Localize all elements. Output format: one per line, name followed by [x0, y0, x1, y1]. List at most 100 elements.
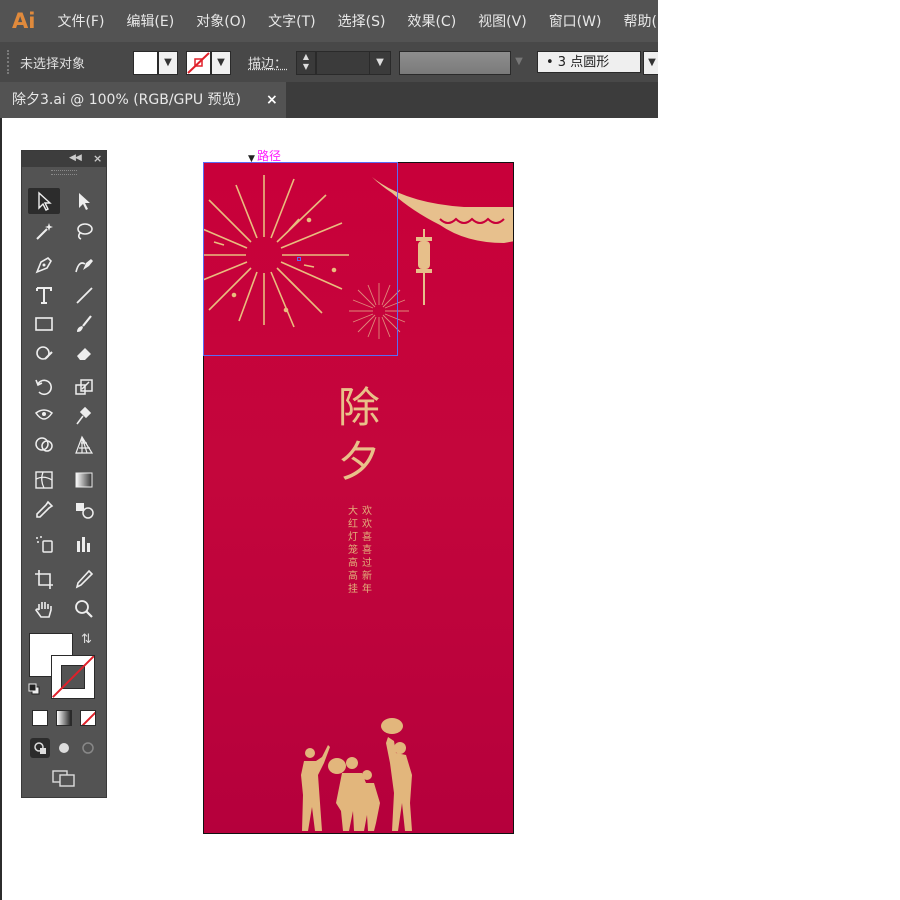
selection-tool[interactable]	[28, 188, 60, 214]
default-fill-stroke-icon[interactable]	[28, 683, 40, 695]
none-mode-button[interactable]	[80, 710, 96, 726]
stroke-swatch[interactable]	[186, 51, 211, 75]
variable-width-profile[interactable]	[399, 51, 511, 75]
direct-selection-icon	[79, 193, 90, 210]
menu-object[interactable]: 对象(O)	[196, 11, 246, 31]
artwork-graphics	[204, 175, 513, 831]
symbol-sprayer-icon	[36, 536, 53, 553]
paintbrush-tool[interactable]	[68, 311, 100, 337]
selection-center-point[interactable]	[297, 257, 301, 261]
menu-view[interactable]: 视图(V)	[478, 11, 527, 31]
artwork-title[interactable]: 除夕	[334, 381, 384, 489]
rotate-icon	[35, 379, 52, 396]
close-icon[interactable]: ×	[93, 152, 102, 165]
artwork-subtitle-left[interactable]: 大红灯笼高高挂	[347, 505, 359, 596]
none-icon	[81, 711, 95, 725]
draw-inside-icon	[82, 742, 94, 754]
draw-normal-icon	[34, 742, 46, 754]
scale-icon	[75, 379, 93, 395]
selection-arrow-icon	[38, 191, 52, 211]
blend-tool[interactable]	[68, 497, 100, 523]
eraser-tool[interactable]	[68, 340, 100, 366]
lasso-icon	[77, 223, 93, 240]
symbol-sprayer-tool[interactable]	[28, 531, 60, 557]
shaper-tool[interactable]	[28, 340, 60, 366]
eyedropper-tool[interactable]	[28, 497, 60, 523]
draw-normal-button[interactable]	[30, 738, 50, 758]
artboard[interactable]: 除夕 大红灯笼高高挂 欢欢喜喜过新年	[203, 162, 514, 834]
blend-icon	[76, 503, 94, 519]
gradient-mode-button[interactable]	[56, 710, 72, 726]
tools-panel-grip[interactable]	[51, 170, 77, 175]
artwork-subtitle-right[interactable]: 欢欢喜喜过新年	[361, 505, 373, 596]
mesh-tool[interactable]	[28, 467, 60, 493]
tools-panel-header[interactable]: ◀◀ ×	[22, 151, 106, 167]
lasso-tool[interactable]	[68, 218, 100, 244]
stroke-color-box[interactable]	[51, 655, 95, 699]
magic-wand-tool[interactable]	[28, 218, 60, 244]
curvature-tool[interactable]	[68, 252, 100, 278]
rectangle-tool[interactable]	[28, 311, 60, 337]
firework-small	[349, 283, 409, 339]
stroke-weight-field[interactable]	[316, 51, 370, 75]
menu-edit[interactable]: 编辑(E)	[126, 11, 174, 31]
menu-help[interactable]: 帮助(	[623, 11, 656, 31]
stroke-label[interactable]: 描边：	[248, 53, 287, 72]
artboard-tool[interactable]	[28, 566, 60, 592]
eraser-icon	[77, 348, 91, 360]
zoom-tool[interactable]	[68, 596, 100, 622]
pen-icon	[35, 257, 52, 274]
type-icon	[36, 287, 52, 304]
artboard-icon	[35, 570, 53, 589]
type-tool[interactable]	[28, 282, 60, 308]
hand-icon	[35, 602, 52, 618]
perspective-grid-tool[interactable]	[68, 432, 100, 458]
document-tab-bar: 除夕3.ai @ 100% (RGB/GPU 预览) ×	[0, 82, 658, 118]
smart-guide-label: 路径	[257, 149, 282, 163]
menu-type[interactable]: 文字(T)	[268, 11, 315, 31]
gradient-tool[interactable]	[68, 467, 100, 493]
shape-builder-icon	[35, 437, 53, 452]
slice-tool[interactable]	[68, 566, 100, 592]
menu-file[interactable]: 文件(F)	[57, 11, 104, 31]
hand-tool[interactable]	[28, 596, 60, 622]
document-tab[interactable]: 除夕3.ai @ 100% (RGB/GPU 预览) ×	[0, 82, 286, 118]
swap-fill-stroke-icon[interactable]: ⇅	[81, 632, 92, 647]
zoom-icon	[75, 600, 93, 618]
line-segment-tool[interactable]	[68, 282, 100, 308]
width-tool[interactable]	[28, 403, 60, 429]
menu-select[interactable]: 选择(S)	[338, 11, 386, 31]
menu-window[interactable]: 窗口(W)	[549, 11, 602, 31]
stroke-dropdown[interactable]: ▼	[211, 51, 231, 75]
stroke-weight-stepper[interactable]: ▲ ▼	[296, 51, 316, 75]
color-mode-button[interactable]	[32, 710, 48, 726]
rotate-tool[interactable]	[28, 374, 60, 400]
pen-tool[interactable]	[28, 252, 60, 278]
fill-swatch[interactable]	[133, 51, 158, 75]
direct-selection-tool[interactable]	[68, 188, 100, 214]
puppet-warp-tool[interactable]	[68, 403, 100, 429]
stroke-weight-dropdown[interactable]: ▼	[369, 51, 391, 75]
rectangle-icon	[35, 317, 53, 331]
lantern	[416, 229, 432, 305]
collapse-icon[interactable]: ◀◀	[69, 153, 82, 163]
puppet-warp-icon	[76, 406, 92, 425]
shape-builder-tool[interactable]	[28, 432, 60, 458]
menu-effect[interactable]: 效果(C)	[407, 11, 456, 31]
draw-inside-button[interactable]	[78, 738, 98, 758]
paintbrush-icon	[77, 315, 92, 332]
column-graph-tool[interactable]	[68, 531, 100, 557]
brush-definition[interactable]: • 3 点圆形	[537, 51, 641, 73]
draw-behind-button[interactable]	[54, 738, 74, 758]
menu-bar: Ai 文件(F) 编辑(E) 对象(O) 文字(T) 选择(S) 效果(C) 视…	[0, 0, 658, 42]
roof-eave	[372, 177, 513, 243]
brush-definition-dropdown[interactable]: ▼	[643, 51, 658, 75]
change-screen-mode-icon[interactable]	[51, 768, 77, 788]
scale-tool[interactable]	[68, 374, 100, 400]
tab-close-button[interactable]: ×	[266, 82, 278, 118]
control-bar-grip[interactable]	[7, 50, 12, 74]
variable-width-dropdown[interactable]: ▼	[510, 51, 528, 73]
fill-dropdown[interactable]: ▼	[158, 51, 178, 75]
selection-status: 未选择对象	[20, 57, 86, 72]
slice-icon	[75, 569, 94, 589]
